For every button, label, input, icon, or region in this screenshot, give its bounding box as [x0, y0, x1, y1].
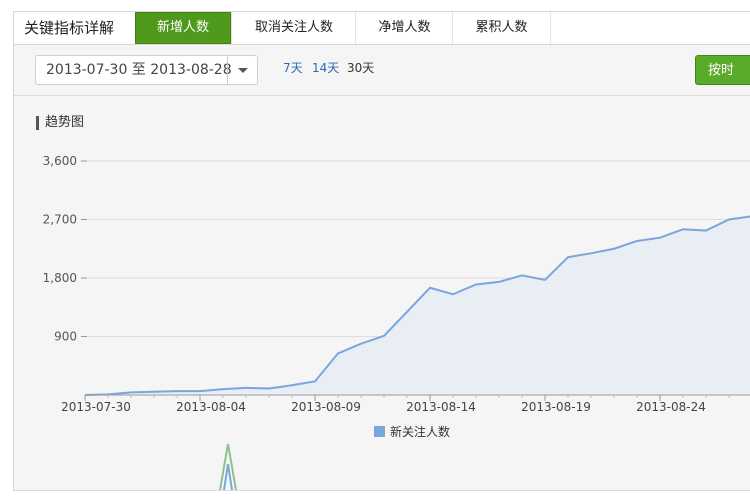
series-area: [85, 216, 750, 395]
chart-legend[interactable]: 新关注人数: [374, 425, 450, 439]
x-tick-label: 2013-08-14: [406, 400, 476, 414]
x-tick-label: 2013-08-19: [521, 400, 591, 414]
y-tick-label: 3,600: [43, 154, 77, 168]
legend-label: 新关注人数: [390, 425, 451, 439]
x-tick-label: 2013-08-09: [291, 400, 361, 414]
y-tick-label: 2,700: [43, 213, 77, 227]
key-metrics-panel: 关键指标详解 新增人数 取消关注人数 净增人数 累积人数 2013-07-30 …: [13, 11, 750, 491]
legend-swatch: [374, 426, 385, 437]
x-tick-label: 2013-07-30: [61, 400, 131, 414]
y-tick-label: 1,800: [43, 271, 77, 285]
trend-chart: 900 1,800 2,700 3,600 2013-07-30 2013-08-04 20…: [43, 154, 750, 490]
y-tick-label: 900: [54, 330, 77, 344]
navigator-series-inner: [223, 463, 233, 490]
x-tick-label: 2013-08-24: [636, 400, 706, 414]
x-tick-label: 2013-08-04: [176, 400, 246, 414]
